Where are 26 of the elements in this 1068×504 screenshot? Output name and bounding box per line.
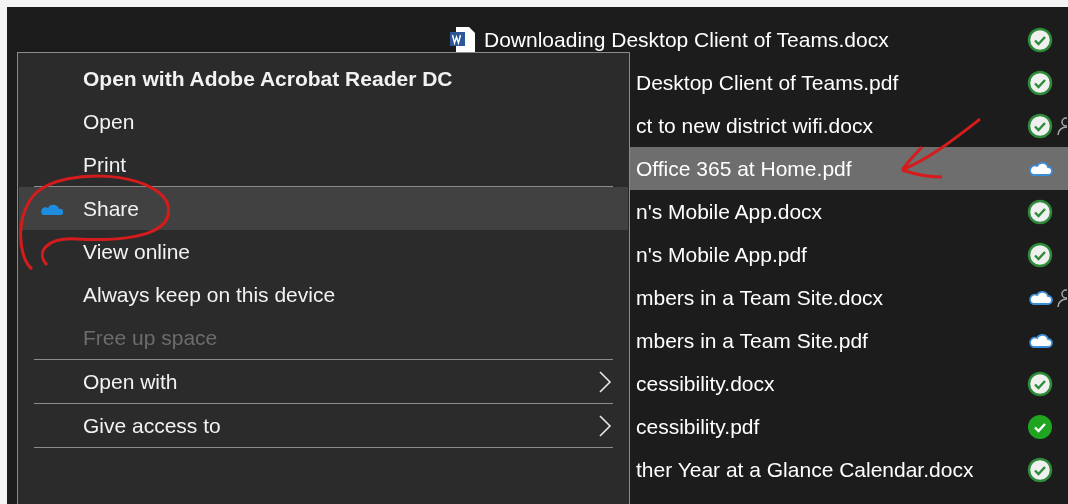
menu-item-label: Open with Adobe Acrobat Reader DC <box>83 66 453 91</box>
file-row[interactable]: ther Year at a Glance Calendar.docx <box>400 448 1068 491</box>
file-name: n's Mobile App.docx <box>636 199 824 224</box>
file-name: n's Mobile App.pdf <box>636 242 808 267</box>
menu-item-label: Open with <box>83 369 178 394</box>
file-name: cessibility.docx <box>636 371 776 396</box>
chevron-right-icon <box>598 371 612 393</box>
menu-item-label: Print <box>83 152 127 177</box>
menu-item-label: View online <box>83 239 191 264</box>
menu-item-label: Always keep on this device <box>83 282 336 307</box>
menu-item-label: Free up space <box>83 325 218 350</box>
file-name: Downloading Desktop Client of Teams.docx <box>484 27 890 52</box>
menu-item-label: Give access to <box>83 413 221 438</box>
menu-item[interactable]: Open with Adobe Acrobat Reader DC <box>19 57 628 100</box>
file-name: ct to new district wifi.docx <box>636 113 874 138</box>
file-name: Office 365 at Home.pdf <box>636 156 853 181</box>
file-name: Desktop Client of Teams.pdf <box>636 70 900 95</box>
file-name: mbers in a Team Site.docx <box>636 285 885 310</box>
chevron-right-icon <box>598 415 612 437</box>
cloud-icon <box>41 203 63 215</box>
file-name: ther Year at a Glance Calendar.docx <box>636 457 975 482</box>
menu-item[interactable]: Share <box>19 187 628 230</box>
file-name: cessibility.pdf <box>636 414 761 439</box>
menu-item-label: Share <box>83 196 140 221</box>
file-name: mbers in a Team Site.pdf <box>636 328 869 353</box>
menu-item-label: Open <box>83 109 135 134</box>
